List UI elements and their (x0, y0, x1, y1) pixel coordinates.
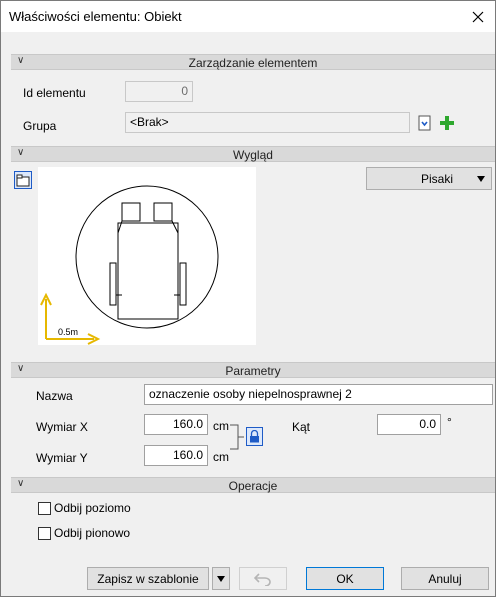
angle-field[interactable]: 0.0 (377, 414, 441, 435)
group-select-icon (418, 115, 431, 131)
undo-button[interactable] (239, 567, 287, 590)
object-preview: 0.5m (38, 167, 256, 345)
wheelchair-symbol (40, 185, 219, 345)
section-operations[interactable]: ∨ Operacje (11, 477, 495, 493)
save-template-button[interactable]: Zapisz w szablonie (87, 567, 209, 590)
add-group-button[interactable] (437, 113, 457, 133)
flip-vertical-label: Odbij pionowo (54, 526, 131, 540)
lock-icon (250, 430, 259, 443)
cancel-label: Anuluj (428, 571, 462, 586)
plus-icon (440, 116, 454, 130)
dim-y-field[interactable]: 160.0 (144, 445, 208, 466)
id-label: Id elementu (23, 86, 86, 100)
pens-button-label: Pisaki (421, 171, 454, 186)
flip-horizontal-checkbox[interactable] (38, 502, 51, 515)
ok-label: OK (336, 571, 354, 586)
properties-dialog: Właściwości elementu: Obiekt ∨ Zarządzan… (0, 0, 496, 597)
dim-x-field[interactable]: 160.0 (144, 414, 208, 435)
angle-label: Kąt (292, 420, 311, 434)
dropdown-arrow-icon (477, 176, 485, 182)
undo-icon (254, 572, 271, 586)
ok-button[interactable]: OK (306, 567, 384, 590)
section-management-title: Zarządzanie elementem (188, 56, 318, 70)
angle-unit: ° (447, 415, 452, 429)
group-field[interactable]: <Brak> (125, 112, 410, 133)
scale-label: 0.5m (58, 327, 79, 337)
group-select-button[interactable] (415, 113, 435, 133)
name-field[interactable]: oznaczenie osoby niepelnosprawnej 2 (144, 384, 493, 405)
section-operations-title: Operacje (228, 479, 278, 493)
title-bar: Właściwości elementu: Obiekt (1, 1, 495, 32)
dim-x-unit: cm (213, 419, 229, 433)
dim-y-unit: cm (213, 450, 229, 464)
pens-button[interactable]: Pisaki (366, 167, 492, 190)
section-parameters-title: Parametry (225, 364, 281, 378)
close-icon (472, 11, 484, 22)
name-label: Nazwa (36, 389, 73, 403)
save-template-label: Zapisz w szablonie (97, 571, 199, 586)
section-parameters[interactable]: ∨ Parametry (11, 362, 495, 378)
section-appearance[interactable]: ∨ Wygląd (11, 146, 495, 162)
section-appearance-title: Wygląd (233, 148, 273, 162)
dim-x-label: Wymiar X (36, 420, 88, 434)
save-template-dropdown[interactable] (212, 567, 230, 590)
folder-icon (16, 174, 30, 187)
flip-vertical-checkbox[interactable] (38, 527, 51, 540)
lock-proportions-button[interactable] (246, 427, 263, 446)
group-label: Grupa (23, 119, 57, 133)
cancel-button[interactable]: Anuluj (401, 567, 489, 590)
flip-horizontal-label: Odbij poziomo (54, 501, 131, 515)
dim-y-label: Wymiar Y (36, 451, 88, 465)
dropdown-arrow-icon (217, 575, 225, 582)
id-field: 0 (125, 81, 193, 102)
dialog-title: Właściwości elementu: Obiekt (9, 9, 182, 24)
preview-mode-button[interactable] (14, 171, 32, 189)
section-management[interactable]: ∨ Zarządzanie elementem (11, 54, 495, 70)
close-button[interactable] (461, 1, 495, 32)
